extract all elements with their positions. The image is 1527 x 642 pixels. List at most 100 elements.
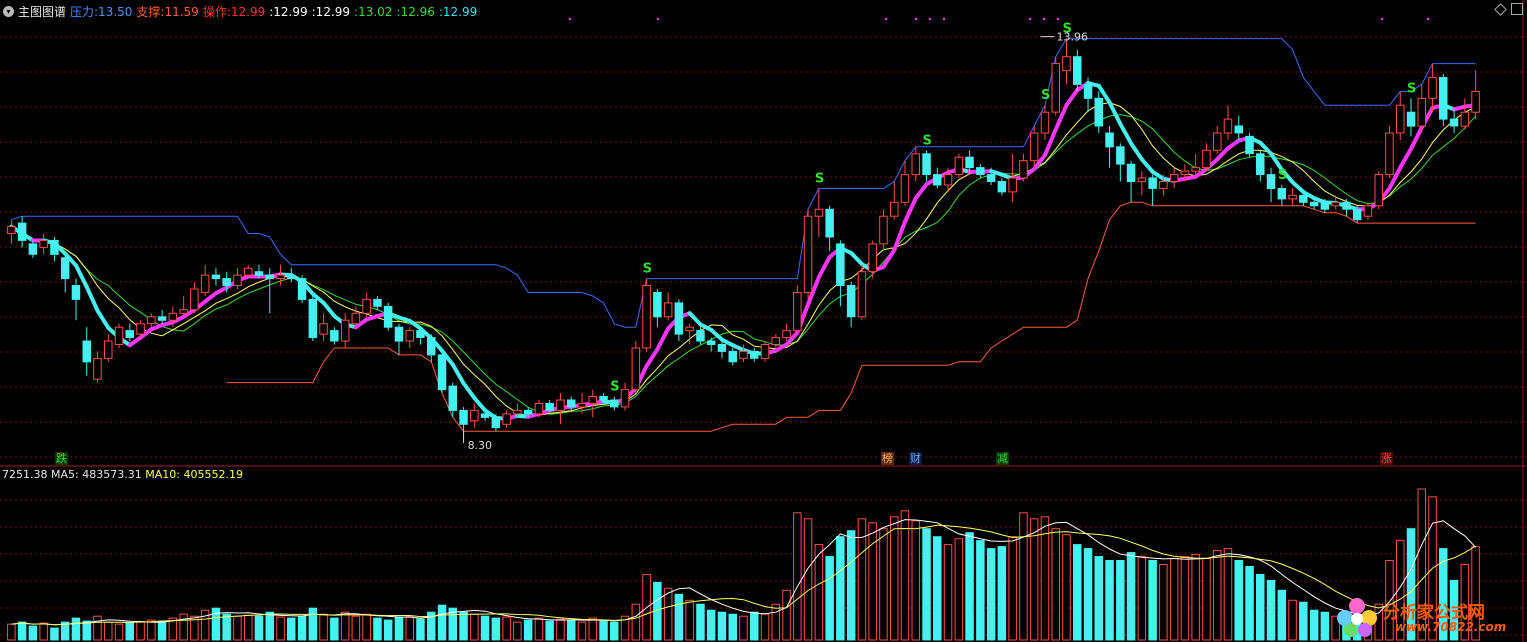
candle-body — [1406, 111, 1416, 127]
collapse-icon[interactable]: ▾ — [3, 5, 14, 17]
candle-body — [706, 340, 716, 345]
event-badge-1[interactable]: 榜 — [881, 452, 894, 465]
candle-body — [319, 323, 328, 335]
candle — [1417, 84, 1426, 133]
event-badge-3[interactable]: 减 — [996, 452, 1009, 465]
candle-body — [1245, 135, 1254, 155]
volume-bar — [330, 617, 339, 641]
candle-body — [1223, 118, 1233, 134]
volume-bar — [1191, 554, 1200, 641]
candle-body — [1019, 160, 1028, 179]
volume-bars[interactable] — [7, 488, 1480, 641]
candle — [93, 351, 102, 383]
candle-body — [125, 330, 134, 339]
candle-body — [900, 174, 910, 203]
maximize-icon[interactable] — [1511, 3, 1523, 15]
ma5-label: MA5: — [51, 468, 79, 481]
ma-main-segment — [73, 263, 89, 289]
candle-body — [1040, 111, 1050, 134]
candle — [674, 299, 684, 342]
candle-body — [599, 396, 608, 401]
ma10-line — [11, 114, 1476, 415]
volume-bar — [599, 620, 608, 641]
candle — [933, 167, 942, 189]
candle — [922, 150, 931, 182]
candle-body — [71, 285, 81, 300]
candle — [1126, 160, 1136, 203]
candle — [1105, 126, 1114, 168]
candle-body — [362, 298, 371, 314]
volume-bar — [93, 615, 102, 641]
candle — [954, 153, 964, 179]
event-badge-0[interactable]: 跌 — [55, 452, 68, 465]
chart-canvas[interactable]: 13.96 8.30 S S S S S S S S — [0, 0, 1527, 642]
candle-body — [1180, 170, 1190, 176]
candle — [793, 285, 802, 335]
volume-bar — [1320, 611, 1330, 641]
candle-body — [1008, 177, 1017, 193]
volume-bar — [1169, 558, 1179, 641]
indicator-title: 主图图谱 — [18, 4, 67, 19]
candle — [1277, 184, 1287, 206]
candle — [631, 341, 641, 394]
ma-main-segment — [816, 255, 832, 280]
candle — [1116, 143, 1125, 182]
candle-body — [922, 153, 931, 176]
volume-bar — [71, 617, 81, 641]
top-dot — [568, 17, 572, 21]
volume-bar — [900, 510, 910, 641]
volume-value: 7251.38 — [2, 468, 48, 481]
candle-body — [911, 153, 920, 176]
signal-s: S — [815, 171, 824, 186]
candle-body — [610, 399, 619, 408]
candle — [1094, 91, 1103, 133]
flower-logo-icon — [1337, 598, 1377, 637]
candle-body — [685, 326, 694, 332]
candle-body — [890, 201, 899, 217]
candle — [1213, 126, 1222, 154]
candle-body — [50, 240, 59, 255]
candle — [556, 393, 565, 425]
candle-body — [696, 330, 705, 342]
ma-main-segment — [203, 291, 218, 304]
indicator-value-4: :12.99 — [311, 4, 351, 19]
candle-body — [1105, 132, 1114, 148]
volume-bar — [502, 616, 511, 641]
volume-ma-lines — [11, 519, 1476, 626]
candle-body — [254, 271, 264, 276]
candle-body — [857, 271, 867, 318]
candle-body — [782, 330, 791, 339]
candle — [383, 302, 393, 331]
candle-body — [265, 274, 274, 280]
candle-body — [588, 396, 597, 404]
volume-bar — [685, 599, 694, 641]
candle — [1439, 74, 1448, 127]
volume-bar — [1083, 548, 1093, 641]
volume-bar — [50, 627, 59, 641]
candle — [28, 240, 38, 258]
candle-body — [1094, 97, 1103, 127]
top-dot — [1426, 17, 1430, 21]
candle — [846, 282, 856, 328]
ma10-label: MA10: — [145, 468, 180, 481]
candle-body — [1352, 208, 1362, 221]
volume-bar — [244, 614, 253, 641]
candle-body — [394, 326, 404, 342]
candle-body — [104, 340, 113, 359]
price-overlay-lines — [9, 38, 1478, 432]
volume-bar — [383, 619, 393, 641]
volume-bar — [631, 603, 641, 641]
candle-body — [1234, 125, 1243, 134]
candle — [642, 278, 651, 352]
volume-bar — [17, 621, 27, 641]
volume-bar — [610, 621, 619, 641]
event-badge-4[interactable]: 涨 — [1380, 452, 1393, 465]
candle-body — [1202, 149, 1211, 169]
ma-main-segment — [450, 362, 466, 386]
volume-ma10-line — [11, 524, 1476, 626]
volume-bar — [1223, 548, 1233, 641]
volume-bar — [222, 613, 231, 641]
event-badge-2[interactable]: 财 — [909, 452, 922, 465]
candlestick-series[interactable] — [7, 38, 1480, 432]
candle-body — [717, 344, 727, 352]
